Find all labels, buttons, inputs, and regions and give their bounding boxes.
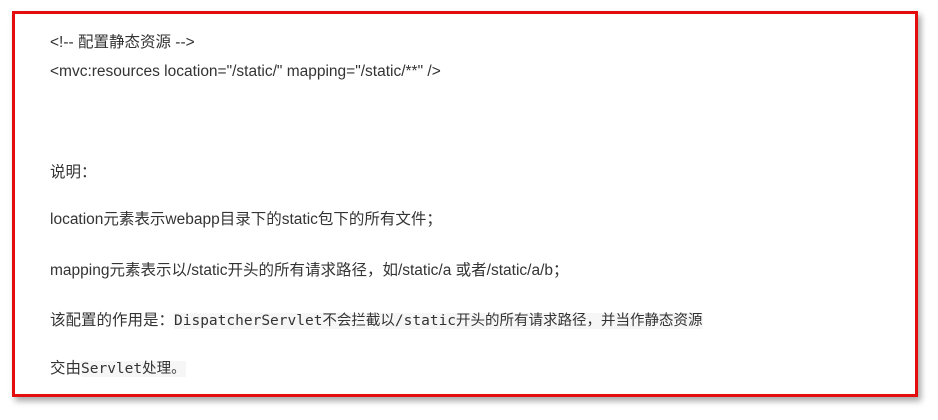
explanation-heading: 说明： xyxy=(50,164,97,181)
effect-line2-code: Servlet处理。 xyxy=(81,361,186,377)
effect-prefix: 该配置的作用是： xyxy=(50,312,175,329)
effect-line-1: 该配置的作用是：DispatcherServlet不会拦截以/static开头的… xyxy=(50,311,703,331)
mapping-description: mapping元素表示以/static开头的所有请求路径，如/static/a … xyxy=(50,262,569,279)
code-comment-line: <!-- 配置静态资源 --> xyxy=(50,34,195,51)
code-resources-line: <mvc:resources location="/static/" mappi… xyxy=(50,63,441,80)
highlight-frame: <!-- 配置静态资源 --> <mvc:resources location=… xyxy=(12,11,918,397)
effect-line-2: 交由Servlet处理。 xyxy=(50,359,186,379)
effect-line2-prefix: 交由 xyxy=(50,360,82,377)
location-description: location元素表示webapp目录下的static包下的所有文件； xyxy=(50,211,442,228)
effect-code: DispatcherServlet不会拦截以/static开头的所有请求路径，并… xyxy=(174,313,703,329)
